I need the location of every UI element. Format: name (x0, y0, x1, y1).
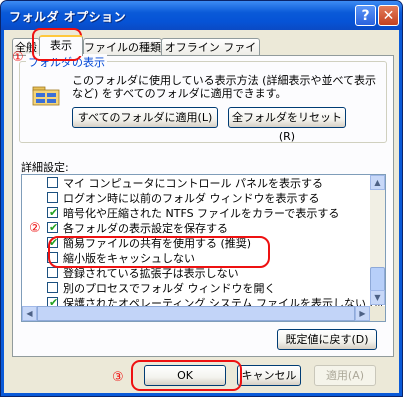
scrollbar-corner (370, 306, 385, 321)
help-icon: ? (361, 8, 370, 24)
horizontal-scrollbar[interactable]: ◀ ▶ (22, 306, 370, 321)
apply-button[interactable]: 適用(A) (314, 365, 376, 386)
folder-view-description: このフォルダに使用している表示方法 (詳細表示や並べて表示など) をすべてのフォ… (72, 74, 377, 100)
list-item-label: 登録されている拡張子は表示しない (63, 267, 239, 280)
close-icon: ✕ (382, 8, 395, 24)
folder-view-group: フォルダの表示 このフォルダに使用している表示方法 (詳細表示や並べて表示など)… (19, 54, 387, 143)
scroll-left-button[interactable]: ◀ (22, 306, 37, 321)
horizontal-scroll-thumb[interactable] (37, 306, 355, 321)
checkbox[interactable]: ✔ (47, 221, 59, 234)
checkbox[interactable] (47, 282, 58, 293)
view-tab-panel: フォルダの表示 このフォルダに使用している表示方法 (詳細表示や並べて表示など)… (12, 54, 394, 357)
scroll-down-button[interactable]: ▼ (370, 290, 385, 305)
scroll-right-button[interactable]: ▶ (355, 306, 370, 321)
list-item[interactable]: 別のプロセスでフォルダ ウィンドウを開く (22, 281, 362, 296)
list-item[interactable]: マイ コンピュータにコントロール パネルを表示する (22, 176, 362, 191)
annotation-step3: ③ (112, 370, 124, 385)
cancel-button[interactable]: キャンセル (237, 365, 301, 386)
list-item[interactable]: ログオン時に以前のフォルダ ウィンドウを表示する (22, 191, 362, 206)
folder-icon (32, 86, 60, 106)
list-item-label: 別のプロセスでフォルダ ウィンドウを開く (63, 282, 276, 295)
vertical-scrollbar[interactable]: ▲ ▼ (370, 175, 385, 305)
annotation-step2: ② (29, 221, 41, 236)
restore-defaults-button[interactable]: 既定値に戻す(D) (277, 329, 377, 350)
chevron-up-icon: ▲ (374, 178, 381, 187)
close-button[interactable]: ✕ (378, 5, 399, 26)
dialog-body: 全般 表示 ファイルの種類 オフライン ファイル フォルダの表示 このフォルダに… (4, 30, 399, 393)
list-item[interactable]: 登録されている拡張子は表示しない (22, 266, 362, 281)
annotation-box-extension-option (48, 236, 270, 268)
advanced-settings-label: 詳細設定: (21, 161, 69, 174)
checkbox[interactable] (47, 267, 58, 278)
help-button[interactable]: ? (355, 5, 376, 26)
tab-view[interactable]: 表示 (39, 35, 83, 56)
check-icon: ✔ (49, 206, 59, 219)
annotation-box-ok-button (131, 360, 242, 391)
list-item-label: ログオン時に以前のフォルダ ウィンドウを表示する (63, 192, 320, 205)
list-item[interactable]: ✔ 各フォルダの表示設定を保存する (22, 221, 362, 236)
chevron-left-icon: ◀ (26, 309, 33, 318)
check-icon: ✔ (49, 221, 59, 234)
apply-to-all-folders-button[interactable]: すべてのフォルダに適用(L) (72, 107, 218, 128)
reset-all-folders-button[interactable]: 全フォルダをリセット(R) (228, 107, 346, 143)
chevron-down-icon: ▼ (374, 293, 381, 302)
list-item-label: マイ コンピュータにコントロール パネルを表示する (63, 177, 323, 190)
title-bar[interactable]: フォルダ オプション ? ✕ (1, 1, 402, 30)
checkbox[interactable] (47, 192, 58, 203)
list-item-label: 各フォルダの表示設定を保存する (63, 222, 228, 235)
annotation-step1: ① (12, 50, 24, 65)
window-title: フォルダ オプション (9, 10, 127, 24)
list-item-label: 暗号化や圧縮された NTFS ファイルをカラーで表示する (63, 207, 340, 220)
list-item[interactable]: ✔ 暗号化や圧縮された NTFS ファイルをカラーで表示する (22, 206, 362, 221)
checkbox[interactable] (47, 177, 58, 188)
chevron-right-icon: ▶ (359, 309, 366, 318)
checkbox[interactable]: ✔ (47, 206, 59, 219)
tab-offline-files[interactable]: オフライン ファイル (161, 38, 260, 72)
scroll-up-button[interactable]: ▲ (370, 175, 385, 190)
